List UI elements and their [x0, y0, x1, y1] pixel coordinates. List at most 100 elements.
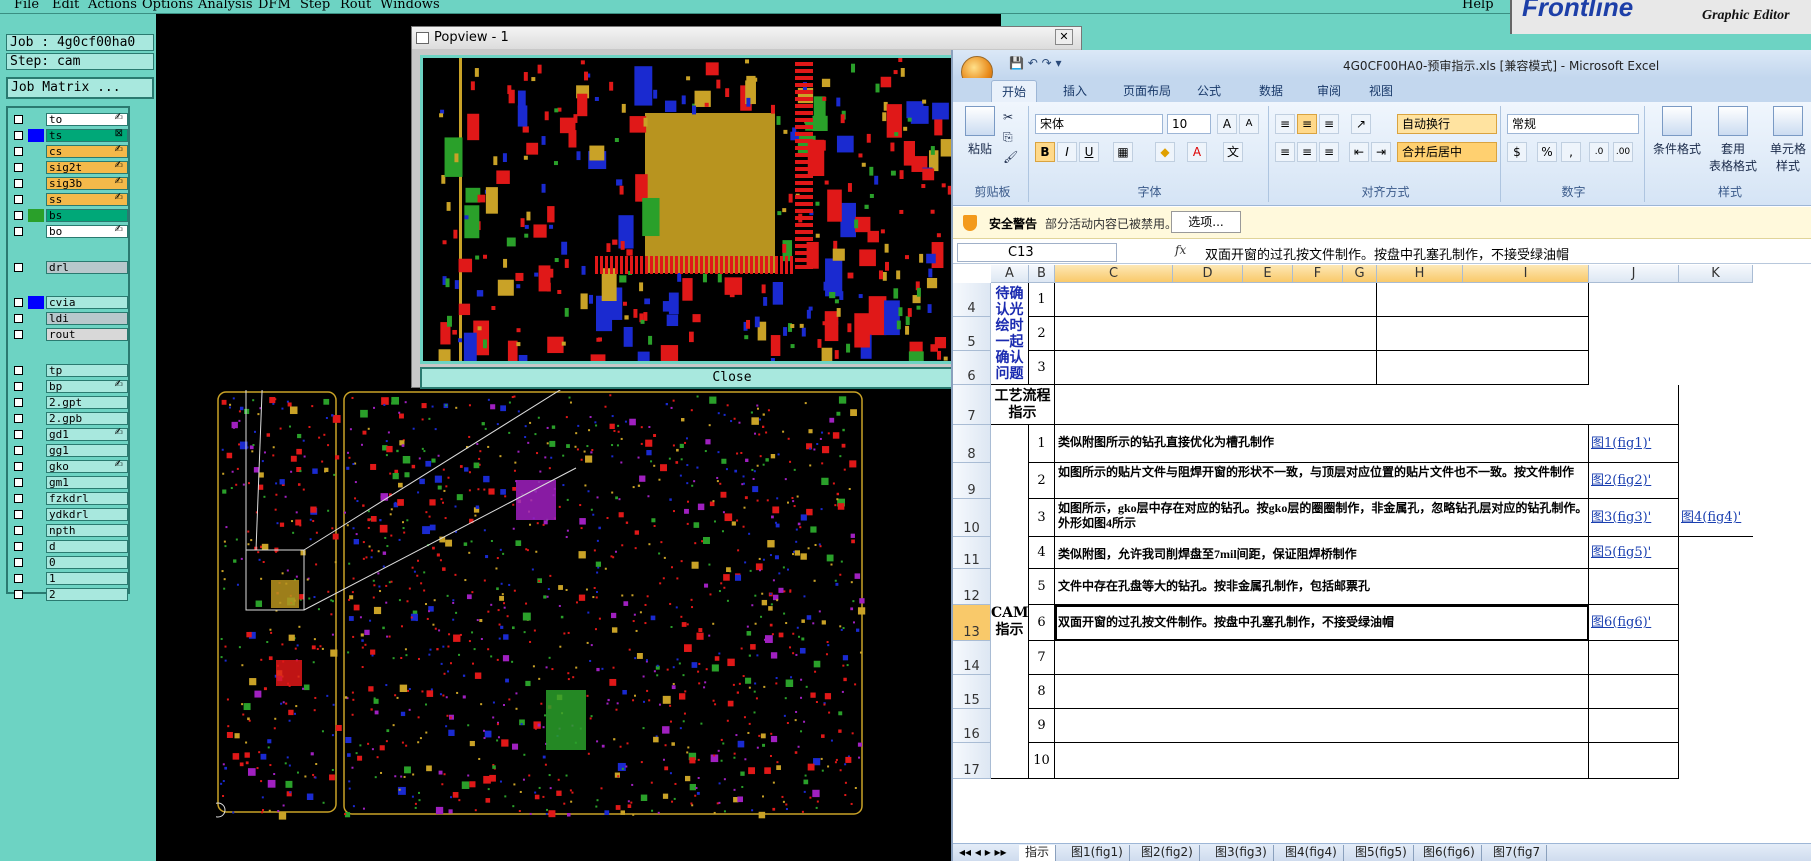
cam-label-cell[interactable]: CAM指示: [991, 425, 1029, 779]
layer-checkbox[interactable]: [14, 179, 23, 188]
number-format-select[interactable]: 常规: [1507, 114, 1639, 134]
menu-item-file[interactable]: File: [14, 0, 39, 12]
cam-text-cell[interactable]: [1055, 641, 1589, 675]
confirm-number-cell[interactable]: 2: [1029, 317, 1055, 351]
menu-item-rout[interactable]: Rout: [340, 0, 371, 12]
cam-text-cell[interactable]: 如图所示，gko层中存在对应的钻孔。按gko层的圈圈制作，非金属孔，忽略钻孔层对…: [1055, 499, 1589, 537]
align-right-icon[interactable]: ≡: [1319, 142, 1339, 162]
cam-link-cell[interactable]: [1589, 709, 1679, 743]
column-header-F[interactable]: F: [1293, 265, 1343, 283]
confirm-number-cell[interactable]: 1: [1029, 283, 1055, 317]
copy-icon[interactable]: ⎘: [1003, 130, 1013, 145]
fill-color-icon[interactable]: ◆: [1155, 142, 1175, 162]
sheet-tab-5[interactable]: 图5(fig5): [1349, 845, 1414, 861]
layer-checkbox[interactable]: [14, 382, 23, 391]
process-label-cell[interactable]: 工艺流程指示: [991, 385, 1055, 425]
layer-checkbox[interactable]: [14, 163, 23, 172]
layer-row-gm1[interactable]: gm1: [10, 475, 128, 490]
layer-row-fzkdrl[interactable]: fzkdrl: [10, 491, 128, 506]
layer-row-sig2t[interactable]: sig2t ✍: [10, 160, 128, 175]
menu-item-help[interactable]: Help: [1462, 0, 1494, 12]
layer-row-bs[interactable]: bs: [10, 208, 128, 223]
ribbon-tab-6[interactable]: 视图: [1369, 82, 1393, 99]
align-bottom-icon[interactable]: ≡: [1319, 114, 1339, 134]
cam-link-cell[interactable]: 图1(fig1)': [1589, 425, 1679, 463]
align-left-icon[interactable]: ≡: [1275, 142, 1295, 162]
comma-icon[interactable]: ,: [1561, 142, 1581, 162]
layer-checkbox[interactable]: [14, 366, 23, 375]
cam-link-cell[interactable]: 图3(fig3)': [1589, 499, 1679, 537]
layer-row-tp[interactable]: tp: [10, 363, 128, 378]
layer-row-0[interactable]: 0: [10, 555, 128, 570]
row-header-4[interactable]: 4: [953, 283, 991, 317]
row-header-12[interactable]: 12: [953, 569, 991, 605]
sheet-tab-7[interactable]: 图7(fig7: [1487, 845, 1548, 861]
layer-checkbox[interactable]: [14, 211, 23, 220]
layer-row-gko[interactable]: gko ✍: [10, 459, 128, 474]
layer-row-rout[interactable]: rout: [10, 327, 128, 342]
layer-row-2.gpt[interactable]: 2.gpt: [10, 395, 128, 410]
cam-link-cell[interactable]: [1589, 569, 1679, 605]
row-header-17[interactable]: 17: [953, 743, 991, 779]
confirm-extra-cell[interactable]: [1377, 317, 1589, 351]
merge-center-button[interactable]: 合并后居中: [1397, 142, 1497, 162]
align-center-icon[interactable]: ≡: [1297, 142, 1317, 162]
font-size-select[interactable]: 10: [1167, 114, 1211, 134]
quick-access-toolbar[interactable]: 💾 ↶ ↷ ▾: [1009, 56, 1062, 70]
ribbon-tab-4[interactable]: 数据: [1259, 82, 1283, 99]
column-header-E[interactable]: E: [1243, 265, 1293, 283]
percent-icon[interactable]: %: [1537, 142, 1557, 162]
sheet-tab-6[interactable]: 图6(fig6): [1417, 845, 1482, 861]
cam-number-cell[interactable]: 3: [1029, 499, 1055, 537]
underline-button[interactable]: U: [1079, 142, 1099, 162]
orientation-icon[interactable]: ↗: [1351, 114, 1371, 134]
formula-input[interactable]: 双面开窗的过孔按文件制作。按盘中孔塞孔制作，不接受绿油帽: [1205, 244, 1569, 263]
layer-checkbox[interactable]: [14, 446, 23, 455]
bold-button[interactable]: B: [1035, 142, 1055, 162]
layer-checkbox[interactable]: [14, 398, 23, 407]
layer-checkbox[interactable]: [14, 542, 23, 551]
layer-row-ts[interactable]: ts ⊠: [10, 128, 128, 143]
ribbon-tab-1[interactable]: 插入: [1063, 82, 1087, 99]
layer-row-cs[interactable]: cs ✍: [10, 144, 128, 159]
layer-checkbox[interactable]: [14, 462, 23, 471]
increase-indent-icon[interactable]: ⇥: [1371, 142, 1391, 162]
wrap-text-button[interactable]: 自动换行: [1397, 114, 1497, 134]
layer-row-gd1[interactable]: gd1 ✍: [10, 427, 128, 442]
confirm-extra-cell[interactable]: [1377, 283, 1589, 317]
layer-row-to[interactable]: to ✍: [10, 112, 128, 127]
column-header-J[interactable]: J: [1589, 265, 1679, 283]
ribbon-tab-2[interactable]: 页面布局: [1123, 82, 1171, 99]
cam-number-cell[interactable]: 1: [1029, 425, 1055, 463]
layer-checkbox[interactable]: [14, 115, 23, 124]
layer-checkbox[interactable]: [14, 510, 23, 519]
decrease-decimal-icon[interactable]: .00: [1613, 142, 1633, 162]
layer-row-sig3b[interactable]: sig3b ✍: [10, 176, 128, 191]
sheet-tab-4[interactable]: 图4(fig4): [1279, 845, 1344, 861]
layer-checkbox[interactable]: [14, 147, 23, 156]
row-header-14[interactable]: 14: [953, 641, 991, 675]
column-header-G[interactable]: G: [1343, 265, 1377, 283]
column-header-H[interactable]: H: [1377, 265, 1463, 283]
layer-row-ldi[interactable]: ldi: [10, 311, 128, 326]
cam-number-cell[interactable]: 8: [1029, 675, 1055, 709]
cam-link-cell[interactable]: 图5(fig5)': [1589, 537, 1679, 569]
menu-item-actions[interactable]: Actions: [88, 0, 137, 12]
cam-number-cell[interactable]: 2: [1029, 463, 1055, 499]
italic-button[interactable]: I: [1057, 142, 1077, 162]
borders-icon[interactable]: ▦: [1113, 142, 1133, 162]
ribbon-tab-5[interactable]: 审阅: [1317, 82, 1341, 99]
column-header-A[interactable]: A: [991, 265, 1029, 283]
layer-checkbox[interactable]: [14, 526, 23, 535]
align-top-icon[interactable]: ≡: [1275, 114, 1295, 134]
cell-styles-button[interactable]: 单元格 样式: [1763, 106, 1811, 174]
row-header-9[interactable]: 9: [953, 463, 991, 499]
conditional-format-button[interactable]: 条件格式: [1651, 106, 1703, 157]
menu-item-edit[interactable]: Edit: [52, 0, 79, 12]
spreadsheet-grid[interactable]: A B C D E F G H I J K 4 5 6 7 8 9 10 11 12 13 14 15 16 17 待确认光绘时一…: [953, 265, 1811, 843]
job-matrix-button[interactable]: Job Matrix ...: [6, 77, 154, 99]
layer-checkbox[interactable]: [14, 574, 23, 583]
cam-text-cell[interactable]: [1055, 675, 1589, 709]
row-header-16[interactable]: 16: [953, 709, 991, 743]
sheet-nav-icon[interactable]: ◂◂ ◂ ▸ ▸▸: [959, 845, 1007, 859]
